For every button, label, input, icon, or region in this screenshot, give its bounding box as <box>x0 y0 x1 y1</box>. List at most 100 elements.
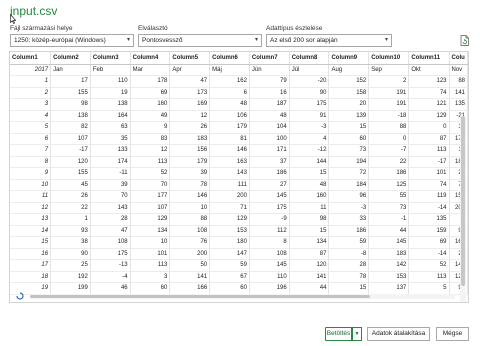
table-cell: 12 <box>10 202 52 214</box>
table-cell: 55 <box>368 190 410 203</box>
horizontal-scroll-thumb[interactable] <box>30 295 370 298</box>
type-detection-select[interactable]: Az első 200 sor alapján ▾ <box>266 34 392 47</box>
delimiter-select[interactable]: Pontosvessző ▾ <box>138 34 262 47</box>
refresh-file-icon[interactable] <box>459 35 470 46</box>
table-cell: 158 <box>328 87 370 99</box>
table-row: 58263926179104-31588016 <box>10 121 468 134</box>
table-cell: 113 <box>408 271 450 283</box>
table-cell: 129 <box>209 213 250 226</box>
table-cell: 81 <box>209 133 250 145</box>
table-cell: -12 <box>289 144 330 157</box>
mouse-cursor-icon <box>10 14 16 24</box>
table-cell: 1 <box>50 213 91 226</box>
table-cell: 186 <box>249 167 290 180</box>
table-row: 9155-115239143186157218610126 <box>10 167 468 180</box>
table-cell: 135 <box>408 213 450 226</box>
table-cell: 10 <box>130 236 171 249</box>
column-header[interactable]: Column9 <box>328 52 370 65</box>
column-header[interactable]: Column8 <box>289 52 330 65</box>
table-cell: 141 <box>289 271 330 283</box>
table-cell: 10 <box>169 202 211 214</box>
table-cell: -17 <box>408 156 450 168</box>
table-cell: 112 <box>249 225 290 237</box>
table-cell: 3 <box>10 98 52 111</box>
table-cell: 164 <box>90 110 131 122</box>
load-options-dropdown[interactable]: ▼ <box>352 327 362 341</box>
table-row: 7-1713312156146171-1273-711310 <box>10 144 468 157</box>
table-cell: -13 <box>90 259 131 272</box>
table-cell: 2 <box>368 75 410 88</box>
file-origin-select[interactable]: 1250: közép-európai (Windows) ▾ <box>10 34 134 47</box>
chevron-down-icon: ▾ <box>126 37 130 43</box>
column-header[interactable]: Column5 <box>169 52 211 65</box>
column-header[interactable]: Column1 <box>10 52 52 65</box>
table-cell: 96 <box>328 190 370 203</box>
delimiter-label: Elválasztó <box>138 25 168 32</box>
column-header[interactable]: Column10 <box>368 52 410 65</box>
transform-data-button[interactable]: Adatok átalakítása <box>367 327 430 341</box>
table-cell: 145 <box>368 236 410 249</box>
column-header[interactable]: Column7 <box>249 52 290 65</box>
table-cell: -7 <box>368 144 410 157</box>
table-cell: 110 <box>249 271 290 283</box>
table-cell: 108 <box>169 225 211 237</box>
table-body: 2017 Jan Feb Mar Apr Máj Jún Júl Aug Sep Okt Nov 1 17… <box>10 64 468 295</box>
table-cell: Júl <box>289 64 330 76</box>
table-cell: 180 <box>209 236 250 249</box>
table-cell: 129 <box>130 213 171 226</box>
table-cell: 147 <box>209 248 250 260</box>
table-cell: 120 <box>50 156 91 168</box>
table-cell: 146 <box>209 144 250 157</box>
table-cell: 153 <box>209 225 250 237</box>
load-button[interactable]: Betöltés <box>325 327 352 341</box>
table-cell: 173 <box>169 87 211 99</box>
table-row: 169017510120014710887-8183-1424 <box>10 248 468 260</box>
table-cell: 25 <box>50 259 91 272</box>
column-header[interactable]: Column2 <box>50 52 91 65</box>
table-cell: Nov <box>449 64 468 76</box>
table-cell: 60 <box>209 282 250 295</box>
table-row: 1538108107618081345914569161 <box>10 236 468 249</box>
table-cell: Jan <box>50 64 91 76</box>
table-cell: 108 <box>90 236 131 249</box>
delimiter-option: Elválasztó Pontosvessző ▾ <box>138 24 262 47</box>
delimiter-value: Pontosvessző <box>142 37 183 44</box>
data-preview-grid[interactable]: Column1 Column2 Column3 Column4 Column5 Colum… <box>9 51 469 303</box>
table-cell: 82 <box>50 121 91 134</box>
table-cell: 160 <box>289 190 330 203</box>
table-cell: 15 <box>328 282 370 295</box>
table-cell: 196 <box>249 282 290 295</box>
table-cell: 73 <box>368 202 410 214</box>
table-row: 413816449121064891139-18129-21 <box>10 110 468 122</box>
table-cell: 171 <box>249 144 290 157</box>
vertical-scrollbar[interactable] <box>460 116 466 302</box>
table-cell: 143 <box>209 167 250 180</box>
cancel-button[interactable]: Mégse <box>436 327 469 341</box>
table-row: 1126701771462001451609655119154 <box>10 190 468 203</box>
table-cell: 35 <box>90 133 131 145</box>
table-cell: 19 <box>90 87 131 99</box>
column-header[interactable]: Column4 <box>130 52 171 65</box>
table-cell: 9 <box>10 167 52 180</box>
table-cell: 28 <box>90 213 131 226</box>
table-cell: Feb <box>90 64 131 76</box>
table-cell: 44 <box>368 225 410 237</box>
vertical-scroll-thumb[interactable] <box>461 116 465 286</box>
table-row: 1725-1311350591451202814252148 <box>10 259 468 272</box>
table-cell: 125 <box>368 179 410 191</box>
column-header[interactable]: Column3 <box>90 52 131 65</box>
column-header[interactable]: Colu <box>449 52 468 65</box>
table-cell: 78 <box>328 271 370 283</box>
table-cell: 191 <box>368 87 410 99</box>
table-cell: 119 <box>408 190 450 203</box>
column-header[interactable]: Column11 <box>408 52 450 65</box>
table-cell: 88 <box>449 75 468 88</box>
file-origin-option: Fájl származási helye 1250: közép-európa… <box>10 24 134 47</box>
table-cell: 111 <box>209 179 250 191</box>
horizontal-scrollbar[interactable] <box>30 294 455 299</box>
table-cell: 87 <box>408 133 450 145</box>
table-cell: 183 <box>169 133 211 145</box>
table-cell: 20 <box>328 98 370 111</box>
column-header[interactable]: Column6 <box>209 52 250 65</box>
table-cell: Apr <box>169 64 211 76</box>
